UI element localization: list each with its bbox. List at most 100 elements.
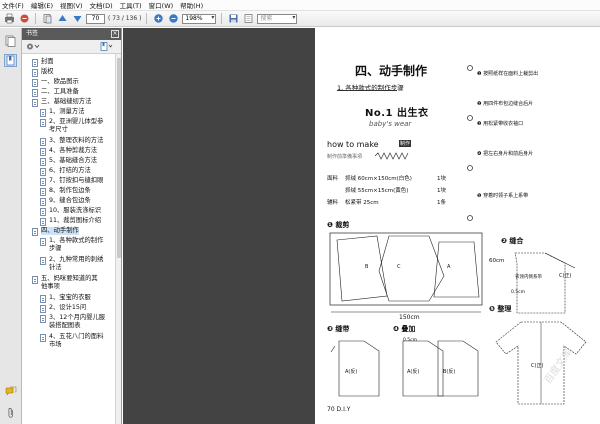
up-arrow-icon[interactable] [56,13,68,25]
paperclip-icon[interactable] [4,406,17,419]
page-icon [32,99,38,107]
bookmark-label: 4、各种剪裁方法 [49,147,98,154]
bookmark-label: 1、测量方法 [49,108,85,115]
pages-icon[interactable] [41,13,53,25]
bookmark-item-continued[interactable]: 他事项 [41,283,60,291]
width-label: 150cm [399,314,420,321]
bookmark-label: 2、设计15问 [49,304,87,311]
howto-badge: 制作 [399,140,412,147]
page-icon [40,334,46,342]
bookmark-label: 2、亚洲婴儿体型参 [49,118,104,125]
bookmark-item[interactable]: 2、设计15问 [40,304,86,313]
cutting-diagram [329,232,483,313]
bookmark-item[interactable]: 4、各种剪裁方法 [40,147,97,156]
bookmark-label: 5、基础缝合方法 [49,157,98,164]
bookmark-label: 一、欧品图示 [41,78,79,85]
bookmark-item-continued[interactable]: 针法 [49,264,62,272]
bookmark-label: 1、各种款式的制作 [49,237,104,244]
page-footer: 70 D.I.Y [327,406,351,413]
step-text: 按照纸样在面料上裁剪出 [483,71,539,77]
panel-title: 书签 [26,30,39,37]
bookmark-item[interactable]: 封面 [32,58,54,67]
page-icon [40,119,46,127]
card-subtitle: baby's wear [369,120,412,128]
step-text: 用松紧带收衣袖口 [483,121,524,127]
bookmark-label: 针法 [49,264,62,271]
close-icon[interactable]: × [111,30,119,38]
page-icon [40,295,46,303]
bookmark-item[interactable]: 11、裁剪图标介绍 [40,217,101,226]
step-5: ❺ 穿着时领子系上系带 [477,193,529,199]
menu-bar: 文件(F) 编辑(E) 视图(V) 文档(D) 工具(T) 窗口(W) 帮助(H… [0,0,600,11]
bookmark-item[interactable]: 10、服装洗涤标识 [40,207,101,216]
menu-tools[interactable]: 工具(T) [120,0,142,10]
material-cat-1: 面料 [327,176,339,182]
bookmark-item-continued[interactable]: 考尺寸 [49,126,68,134]
bookmark-label: 11、裁剪图标介绍 [49,217,102,224]
panel-title-bar: 书签 × [22,28,121,40]
step-text: 用四件布包边缝合后片 [483,101,534,107]
bookmark-item-selected[interactable]: 四、动手制作 [32,227,79,236]
page-number-input[interactable]: 70 [86,13,105,24]
fit-page-icon[interactable] [242,13,254,25]
section-sew: ❷ 缝合 [501,237,524,245]
bookmark-item[interactable]: 9、缝合包边条 [40,197,91,206]
page-icon [32,69,38,77]
menu-window[interactable]: 窗口(W) [149,0,174,10]
bookmark-item[interactable]: 6、打结的方法 [40,167,91,176]
section-fold: ❹ 叠加 [393,325,416,333]
piece-a: A [447,264,451,270]
step-1: ❶ 按照纸样在面料上裁剪出 [477,71,539,77]
piece-a-back-2: A(反) [407,369,420,375]
bookmark-item[interactable]: 1、宝宝的衣服 [40,294,91,303]
page-icon [40,109,46,117]
bookmarks-panel-icon[interactable] [4,54,17,67]
page-icon [32,276,38,284]
scrollbar-thumb[interactable] [117,58,121,258]
bookmark-label: 6、打结的方法 [49,167,91,174]
down-arrow-icon[interactable] [71,13,83,25]
save-icon[interactable] [227,13,239,25]
step-text: 把左右身片和前后身片 [483,151,534,157]
piece-b: B [365,264,369,270]
bookmark-label: 2、九种常用的刺绣 [49,256,104,263]
bookmark-item[interactable]: 1、测量方法 [40,108,85,117]
zoom-select[interactable]: 198% [182,13,217,24]
bookmark-item[interactable]: 3、整理衣料的方法 [40,137,103,146]
toolbar-separator [146,13,148,24]
previous-page [123,28,315,424]
bookmarks-scrollbar[interactable] [115,54,121,424]
menu-view[interactable]: 视图(V) [60,0,83,10]
page-icon [40,218,46,226]
page-heading: 四、动手制作 [355,64,428,78]
step-2: ❷ 用四件布包边缝合后片 [477,101,534,107]
document-viewport[interactable]: 四、动手制作 1. 各种款式的制作步骤 No.1 出生衣 baby's wear… [123,28,600,424]
menu-edit[interactable]: 编辑(E) [31,0,53,10]
bookmark-item-continued[interactable]: 步骤 [49,245,62,253]
bookmark-item[interactable]: 7、钉按扣与缝扣眼 [40,177,103,186]
page-icon [40,238,46,246]
bookmark-item[interactable]: 版权 [32,68,54,77]
bookmark-item[interactable]: 5、基础缝合方法 [40,157,97,166]
bookmark-label: 市场 [49,341,62,348]
options-icon[interactable] [26,42,40,53]
bookmark-label: 三、基础缝纫方法 [41,98,92,105]
section-finish-label: 整理 [497,305,512,313]
search-input[interactable]: 搜索 [257,13,298,24]
bookmark-item[interactable]: 8、制作包边条 [40,187,91,196]
bookmark-item-continued[interactable]: 市场 [49,341,62,349]
menu-help[interactable]: 帮助(H) [180,0,203,10]
print-icon[interactable] [3,13,15,25]
attach-icon[interactable] [18,13,30,25]
bookmark-item-continued[interactable]: 装搭配图表 [49,322,80,330]
zoom-in-icon[interactable] [152,13,164,25]
menu-document[interactable]: 文档(D) [90,0,113,10]
menu-file[interactable]: 文件(F) [2,0,24,10]
bookmark-item[interactable]: 一、欧品图示 [32,78,79,87]
new-bookmark-icon[interactable] [99,42,113,53]
zoom-out-icon[interactable] [167,13,179,25]
comments-icon[interactable] [4,384,17,397]
bookmark-item[interactable]: 三、基础缝纫方法 [32,98,91,107]
pages-panel-icon[interactable] [4,34,17,47]
bookmark-item[interactable]: 二、工具准备 [32,88,79,97]
